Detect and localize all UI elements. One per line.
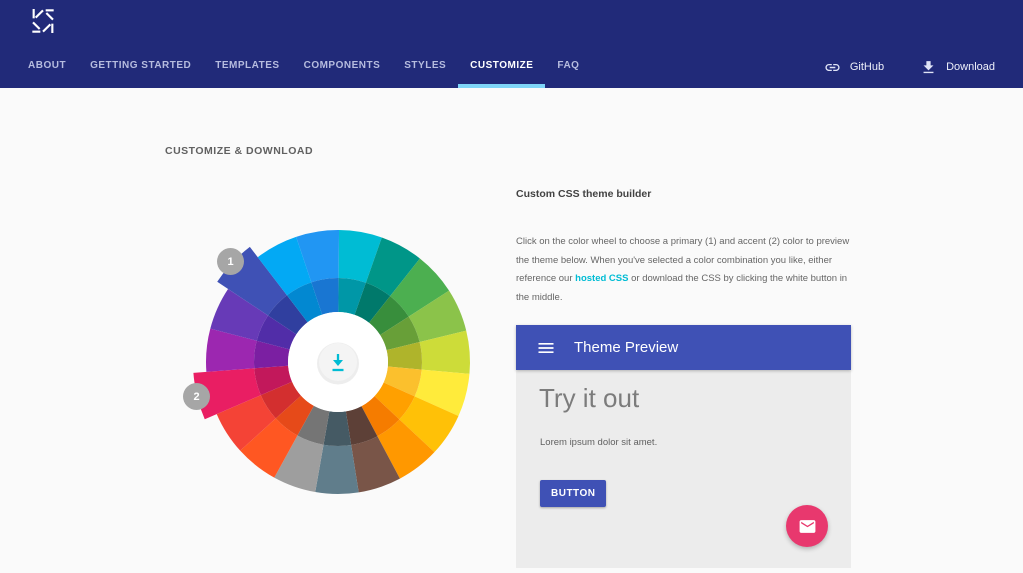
nav-item-about[interactable]: ABOUT [16, 48, 78, 88]
menu-icon[interactable] [536, 338, 556, 358]
github-link[interactable]: GitHub [824, 59, 884, 76]
builder-description: Click on the color wheel to choose a pri… [516, 233, 851, 307]
accent-color-marker[interactable]: 2 [183, 383, 210, 410]
accent-marker-label: 2 [193, 391, 199, 403]
link-icon [824, 59, 841, 76]
nav-item-customize[interactable]: CUSTOMIZE [458, 48, 545, 88]
builder-title: Custom CSS theme builder [516, 188, 651, 200]
nav-item-styles[interactable]: STYLES [392, 48, 458, 88]
preview-button[interactable]: BUTTON [540, 480, 606, 507]
mdl-logo-icon [27, 5, 59, 37]
nav-item-templates[interactable]: TEMPLATES [203, 48, 291, 88]
preview-body: Try it out Lorem ipsum dolor sit amet. B… [516, 370, 851, 568]
color-wheel: 1 2 [188, 212, 488, 512]
hosted-css-link[interactable]: hosted CSS [575, 273, 628, 284]
email-icon [798, 517, 817, 536]
download-link[interactable]: Download [920, 59, 995, 76]
nav-item-components[interactable]: COMPONENTS [292, 48, 393, 88]
header-actions: GitHub Download [824, 48, 995, 86]
primary-marker-label: 1 [227, 256, 233, 268]
preview-text: Lorem ipsum dolor sit amet. [540, 437, 657, 448]
page-title: CUSTOMIZE & DOWNLOAD [165, 145, 313, 157]
preview-title: Theme Preview [574, 339, 678, 356]
nav-item-faq[interactable]: FAQ [545, 48, 591, 88]
main-content: CUSTOMIZE & DOWNLOAD 1 2 Custom CSS them… [0, 88, 1023, 573]
download-label: Download [946, 61, 995, 73]
preview-app-bar: Theme Preview [516, 325, 851, 370]
main-nav: ABOUT GETTING STARTED TEMPLATES COMPONEN… [16, 48, 591, 88]
nav-item-getting-started[interactable]: GETTING STARTED [78, 48, 203, 88]
github-label: GitHub [850, 61, 884, 73]
app-header: ABOUT GETTING STARTED TEMPLATES COMPONEN… [0, 0, 1023, 88]
theme-preview-card: Theme Preview Try it out Lorem ipsum dol… [516, 325, 851, 568]
primary-color-marker[interactable]: 1 [217, 248, 244, 275]
download-icon [920, 59, 937, 76]
preview-heading: Try it out [539, 383, 639, 414]
email-fab-button[interactable] [786, 505, 828, 547]
